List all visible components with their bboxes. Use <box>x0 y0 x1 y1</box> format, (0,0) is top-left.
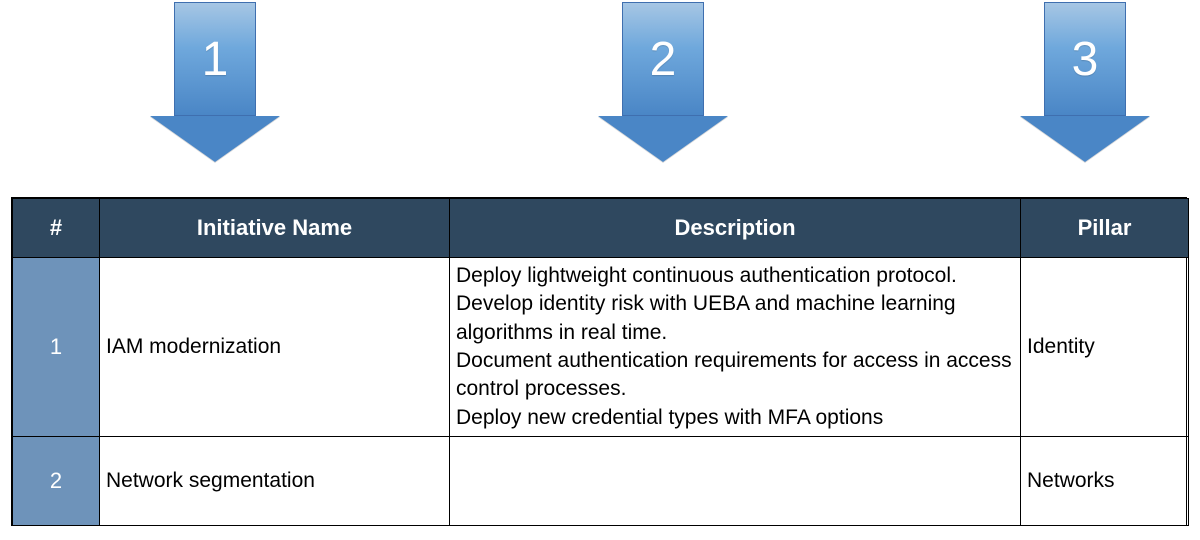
callout-arrow-1: 1 <box>150 2 280 162</box>
table-row: 1 IAM modernization Deploy lightweight c… <box>13 258 1189 437</box>
callout-arrow-2: 2 <box>598 2 728 162</box>
table-row: 2 Network segmentation Networks <box>13 437 1189 526</box>
col-header-pillar: Pillar <box>1021 199 1189 258</box>
arrow-number: 2 <box>650 32 677 87</box>
cell-index: 2 <box>13 437 100 526</box>
arrow-shaft: 2 <box>622 2 704 116</box>
arrow-shaft: 1 <box>174 2 256 116</box>
cell-pillar: Networks <box>1021 437 1189 526</box>
col-header-description: Description <box>450 199 1021 258</box>
col-header-index: # <box>13 199 100 258</box>
cell-pillar: Identity <box>1021 258 1189 437</box>
cell-index: 1 <box>13 258 100 437</box>
arrow-number: 3 <box>1072 32 1099 87</box>
cell-description: Deploy lightweight continuous authentica… <box>450 258 1021 437</box>
arrow-number: 1 <box>202 32 229 87</box>
arrow-head-icon <box>150 116 280 162</box>
callout-arrow-3: 3 <box>1020 2 1150 162</box>
cell-initiative: Network segmentation <box>100 437 450 526</box>
cell-initiative: IAM modernization <box>100 258 450 437</box>
arrow-head-icon <box>1020 116 1150 162</box>
arrow-shaft: 3 <box>1044 2 1126 116</box>
cell-description <box>450 437 1021 526</box>
table-header-row: # Initiative Name Description Pillar <box>13 199 1189 258</box>
col-header-initiative: Initiative Name <box>100 199 450 258</box>
arrow-head-icon <box>598 116 728 162</box>
initiatives-table: # Initiative Name Description Pillar 1 I… <box>11 197 1187 526</box>
